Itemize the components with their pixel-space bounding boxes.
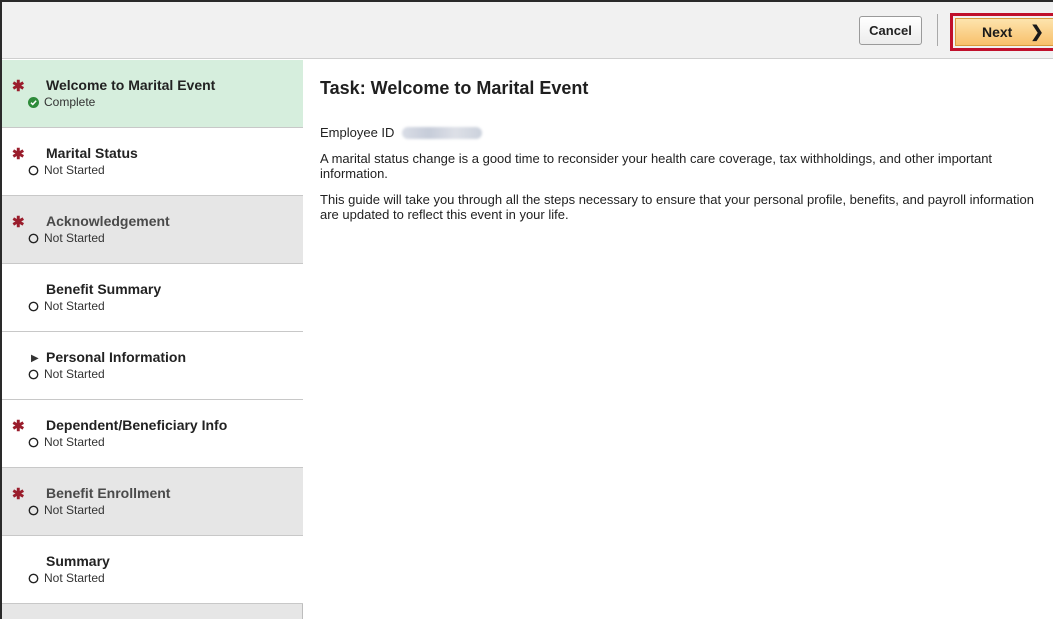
empty-circle-icon bbox=[28, 165, 39, 175]
step-status: Not Started bbox=[28, 503, 105, 517]
step-status: Not Started bbox=[28, 163, 105, 177]
task-content: Task: Welcome to Marital Event Employee … bbox=[320, 78, 1050, 222]
step-status-text: Not Started bbox=[44, 231, 105, 245]
step-welcome-to-marital-event[interactable]: ✱ Welcome to Marital Event Complete bbox=[2, 60, 303, 128]
step-title: Benefit Summary bbox=[46, 281, 162, 297]
required-asterisk-icon: ✱ bbox=[12, 146, 25, 163]
page-title: Task: Welcome to Marital Event bbox=[320, 78, 589, 98]
toolbar-divider bbox=[937, 14, 938, 46]
required-asterisk-icon: ✱ bbox=[12, 486, 25, 503]
empty-circle-icon bbox=[28, 369, 39, 379]
next-button-label: Next bbox=[982, 24, 1013, 40]
step-status-text: Not Started bbox=[44, 367, 105, 381]
step-status-text: Complete bbox=[44, 95, 96, 109]
guided-steps-sidebar: ✱ Welcome to Marital Event Complete ✱ Ma… bbox=[2, 60, 303, 619]
step-status-text: Not Started bbox=[44, 299, 105, 313]
step-status-text: Not Started bbox=[44, 503, 105, 517]
step-status-text: Not Started bbox=[44, 163, 105, 177]
chevron-right-icon: ❯ bbox=[1030, 24, 1044, 41]
step-title: Benefit Enrollment bbox=[46, 485, 171, 501]
step-acknowledgement[interactable]: ✱ Acknowledgement Not Started bbox=[2, 196, 303, 264]
intro-paragraph: A marital status change is a good time t… bbox=[320, 151, 993, 181]
empty-circle-icon bbox=[28, 233, 39, 243]
step-marital-status[interactable]: ✱ Marital Status Not Started bbox=[2, 128, 303, 196]
top-toolbar: Cancel bbox=[2, 2, 1053, 59]
step-status: Not Started bbox=[28, 367, 105, 381]
empty-circle-icon bbox=[28, 301, 39, 311]
required-asterisk-icon: ✱ bbox=[12, 418, 25, 435]
step-status: Not Started bbox=[28, 231, 105, 245]
caret-right-icon[interactable]: ▶ bbox=[31, 353, 39, 364]
step-title: Acknowledgement bbox=[46, 213, 170, 229]
required-asterisk-icon: ✱ bbox=[12, 214, 25, 231]
step-status-text: Not Started bbox=[44, 435, 105, 449]
empty-circle-icon bbox=[28, 573, 39, 583]
step-title: Personal Information bbox=[46, 349, 187, 365]
step-status: Not Started bbox=[28, 299, 105, 313]
employee-id-value-redacted bbox=[402, 126, 483, 139]
step-benefit-summary[interactable]: Benefit Summary Not Started bbox=[2, 264, 303, 332]
step-title: Dependent/Beneficiary Info bbox=[46, 417, 228, 433]
step-benefit-enrollment[interactable]: ✱ Benefit Enrollment Not Started bbox=[2, 468, 303, 536]
step-status: Not Started bbox=[28, 571, 105, 585]
step-title: Welcome to Marital Event bbox=[46, 77, 216, 93]
cancel-button[interactable]: Cancel bbox=[859, 16, 922, 45]
employee-id-label: Employee ID bbox=[320, 125, 395, 140]
empty-circle-icon bbox=[28, 505, 39, 515]
step-title: Marital Status bbox=[46, 145, 138, 161]
next-button[interactable]: Next ❯ bbox=[955, 18, 1053, 46]
step-status: Complete bbox=[28, 95, 95, 109]
step-status: Not Started bbox=[28, 435, 105, 449]
check-circle-icon bbox=[28, 96, 39, 108]
step-summary[interactable]: Summary Not Started bbox=[2, 536, 303, 604]
step-status-text: Not Started bbox=[44, 571, 105, 585]
guide-paragraph: This guide will take you through all the… bbox=[320, 192, 1034, 222]
step-dependent-beneficiary-info[interactable]: ✱ Dependent/Beneficiary Info Not Started bbox=[2, 400, 303, 468]
required-asterisk-icon: ✱ bbox=[12, 78, 25, 95]
step-title: Summary bbox=[46, 553, 110, 569]
step-personal-information[interactable]: ▶ Personal Information Not Started bbox=[2, 332, 303, 400]
employee-id-row: Employee ID bbox=[320, 125, 1050, 140]
empty-circle-icon bbox=[28, 437, 39, 447]
